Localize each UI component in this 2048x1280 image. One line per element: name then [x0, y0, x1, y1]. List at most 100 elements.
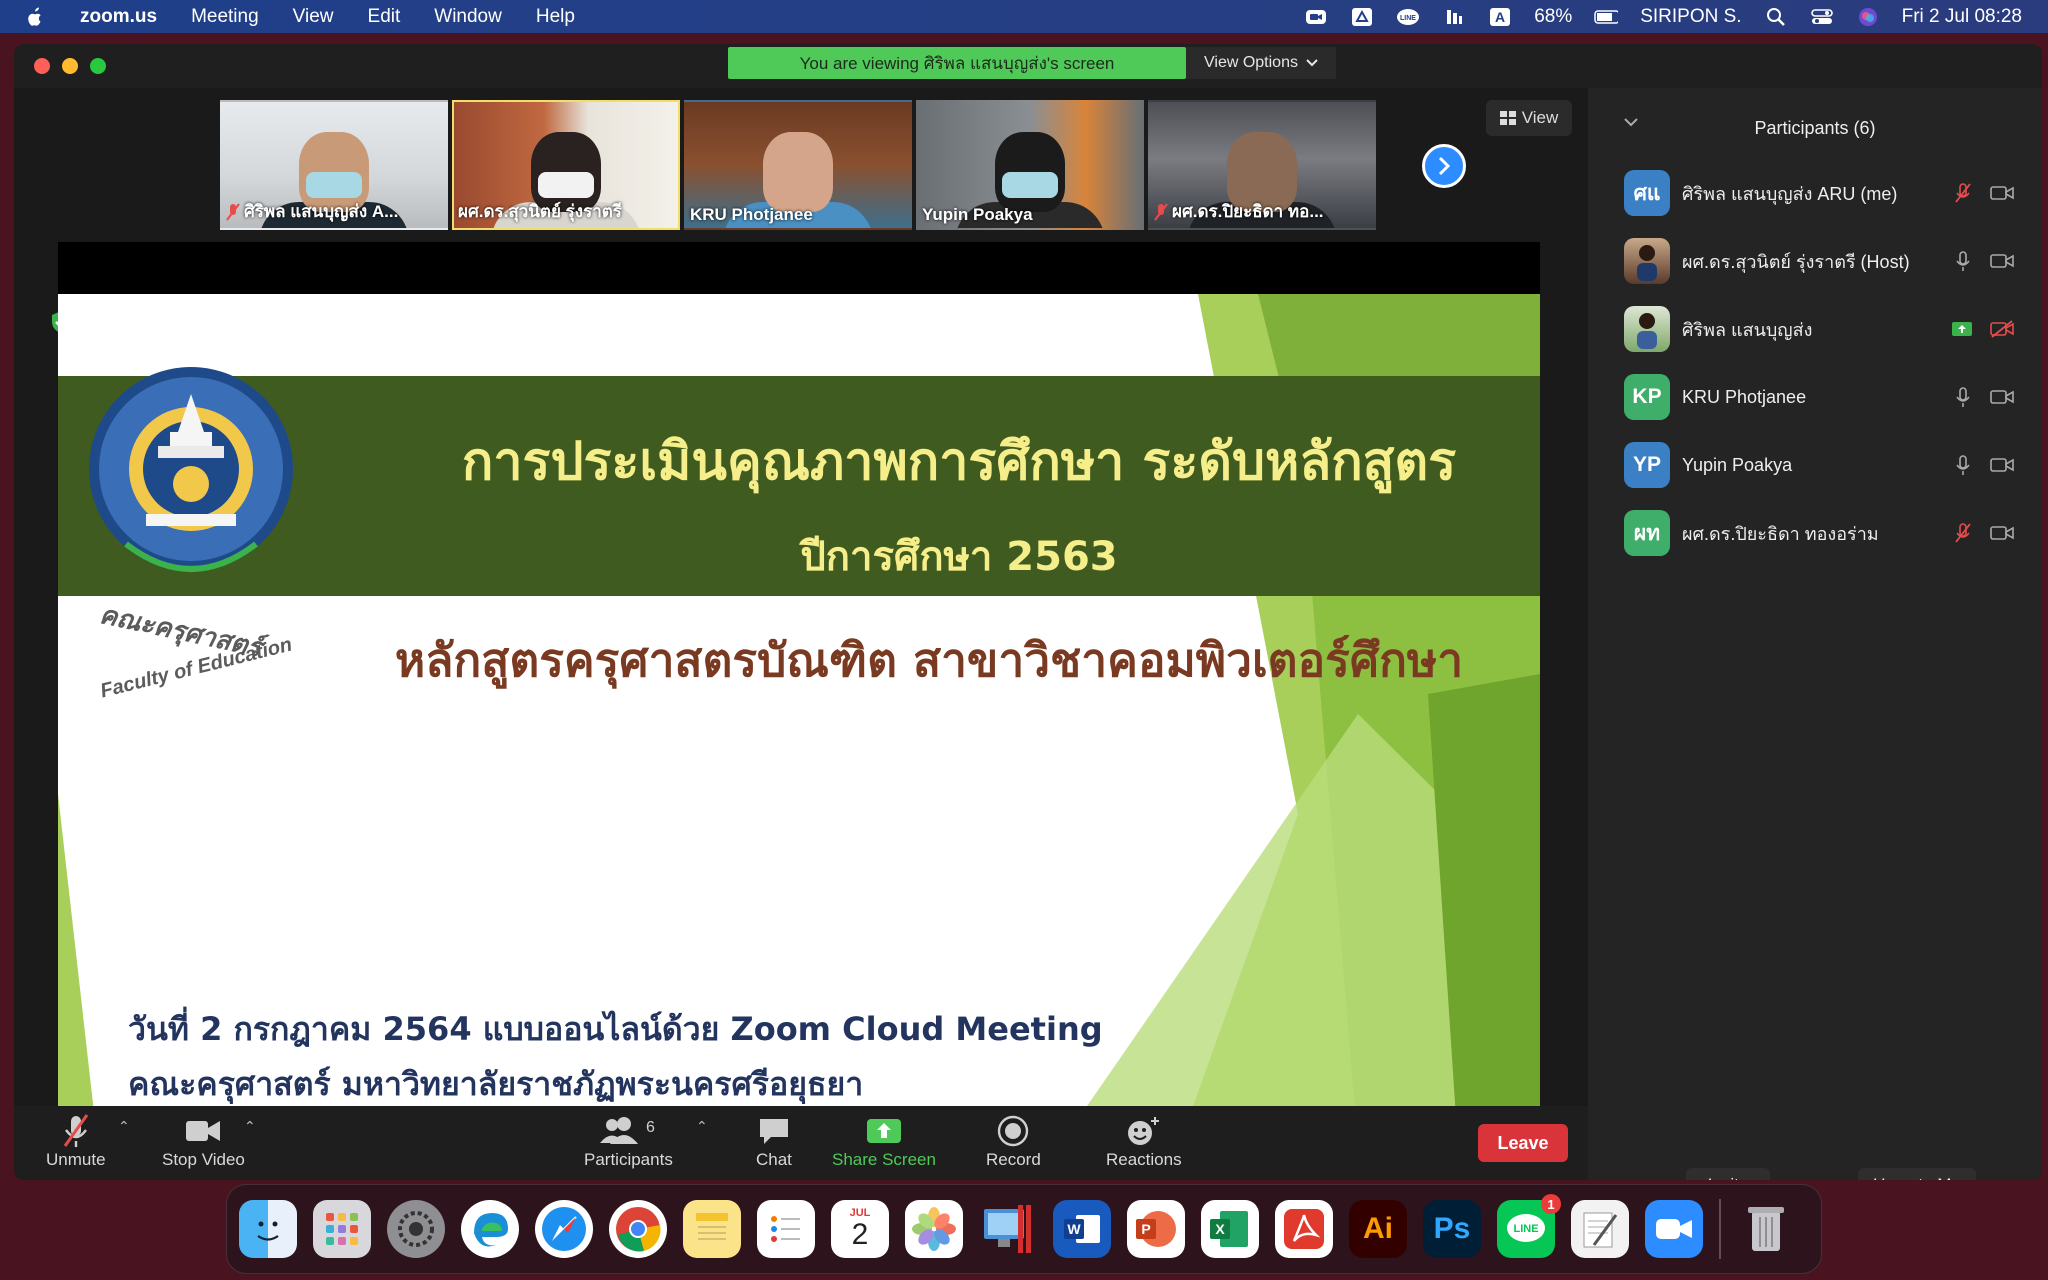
thumbnail-name: Yupin Poakya — [922, 205, 1033, 224]
textedit-icon[interactable] — [1571, 1200, 1629, 1258]
mic-icon[interactable] — [1954, 250, 1972, 272]
video-camera-icon[interactable] — [1990, 185, 2014, 201]
mic-icon[interactable] — [1954, 386, 1972, 408]
menu-meeting[interactable]: Meeting — [191, 6, 259, 28]
word-icon[interactable]: W — [1053, 1200, 1111, 1258]
participant-row[interactable]: ผศ.ดร.สุวนิตย์ รุ่งราตรี (Host) — [1624, 235, 2014, 287]
chrome-icon[interactable] — [609, 1200, 667, 1258]
screen-share-icon[interactable] — [1952, 321, 1972, 337]
launchpad-icon[interactable] — [313, 1200, 371, 1258]
unmute-label: Unmute — [46, 1150, 106, 1169]
participant-row[interactable]: KP KRU Photjanee — [1624, 371, 2014, 423]
edge-browser-icon[interactable] — [461, 1200, 519, 1258]
remote-desktop-icon[interactable] — [979, 1200, 1037, 1258]
participants-options-caret-icon[interactable]: ⌃ — [696, 1118, 708, 1135]
participant-name: KRU Photjanee — [1682, 386, 1807, 407]
avatar — [1624, 238, 1670, 284]
participant-name: Yupin Poakya — [1682, 454, 1793, 475]
participant-row[interactable]: ศแ ศิริพล แสนบุญส่ง ARU (me) — [1624, 167, 2014, 219]
video-options-caret-icon[interactable]: ⌃ — [244, 1118, 256, 1135]
muted-mic-icon[interactable] — [1954, 522, 1972, 544]
video-camera-icon[interactable] — [1990, 253, 2014, 269]
share-screen-icon — [866, 1112, 902, 1150]
meeting-toolbar: Unmute ⌃ Stop Video ⌃ 6 Participants ⌃ C… — [14, 1106, 1588, 1180]
chat-button[interactable]: Chat — [756, 1112, 792, 1170]
notes-icon[interactable] — [683, 1200, 741, 1258]
thumbnail-label: Yupin Poakya — [922, 205, 1033, 225]
video-thumbnail[interactable]: KRU Photjanee — [684, 100, 912, 230]
calendar-icon[interactable]: JUL 2 — [831, 1200, 889, 1258]
user-name[interactable]: SIRIPON S. — [1640, 6, 1741, 28]
thumbnail-label: ศิริพล แสนบุญส่ง A... — [226, 198, 398, 225]
menu-app-name[interactable]: zoom.us — [80, 6, 157, 28]
video-thumbnail[interactable]: ศิริพล แสนบุญส่ง A... — [220, 100, 448, 230]
line-app-icon[interactable]: LINE 1 — [1497, 1194, 1561, 1258]
stop-video-button[interactable]: Stop Video — [162, 1112, 245, 1170]
menu-view[interactable]: View — [293, 6, 334, 28]
muted-mic-icon[interactable] — [1954, 182, 1972, 204]
video-camera-icon[interactable] — [1990, 457, 2014, 473]
view-button[interactable]: View — [1486, 100, 1572, 136]
control-center-icon[interactable] — [1810, 7, 1834, 27]
unmute-me-button[interactable]: Unmute Me — [1858, 1168, 1976, 1180]
acrobat-icon[interactable] — [1275, 1200, 1333, 1258]
audio-icon[interactable] — [1442, 7, 1466, 27]
mic-icon[interactable] — [1954, 454, 1972, 476]
photos-icon[interactable] — [905, 1200, 963, 1258]
finder-icon[interactable] — [239, 1200, 297, 1258]
shared-screen[interactable]: คณะครุศาสตร์ Faculty of Education การประ… — [58, 242, 1540, 1148]
apple-icon[interactable] — [24, 6, 60, 28]
next-thumbnails-button[interactable] — [1422, 144, 1466, 188]
invite-button[interactable]: Invite — [1686, 1168, 1770, 1180]
video-thumbnail[interactable]: Yupin Poakya — [916, 100, 1144, 230]
google-drive-icon[interactable] — [1350, 7, 1374, 27]
excel-icon[interactable]: X — [1201, 1200, 1259, 1258]
video-thumbnail[interactable]: ผศ.ดร.ปิยะธิดา ทอ... — [1148, 100, 1376, 230]
safari-icon[interactable] — [535, 1200, 593, 1258]
video-camera-icon[interactable] — [1990, 525, 2014, 541]
video-off-icon[interactable] — [1990, 320, 2014, 338]
chat-label: Chat — [756, 1150, 792, 1169]
participants-button[interactable]: 6 Participants — [584, 1112, 673, 1170]
system-preferences-icon[interactable] — [387, 1200, 445, 1258]
record-button[interactable]: Record — [986, 1112, 1041, 1170]
reminders-icon[interactable] — [757, 1200, 815, 1258]
leave-button[interactable]: Leave — [1478, 1124, 1568, 1162]
line-icon[interactable]: LINE — [1396, 7, 1420, 27]
participants-label: Participants — [584, 1150, 673, 1169]
battery-icon[interactable] — [1594, 7, 1619, 27]
avatar-photo-icon — [1637, 245, 1657, 281]
unmute-button[interactable]: Unmute — [46, 1112, 106, 1170]
trash-icon[interactable] — [1737, 1200, 1795, 1258]
clock[interactable]: Fri 2 Jul 08:28 — [1902, 6, 2022, 28]
photoshop-icon[interactable]: Ps — [1423, 1200, 1481, 1258]
zoom-status-icon[interactable] — [1304, 7, 1328, 27]
share-screen-button[interactable]: Share Screen — [832, 1112, 936, 1170]
search-icon[interactable] — [1764, 7, 1788, 27]
input-source-icon[interactable]: A — [1488, 7, 1512, 27]
participants-icon: 6 — [598, 1112, 658, 1150]
participant-row[interactable]: ศิริพล แสนบุญส่ง — [1624, 303, 2014, 355]
audio-options-caret-icon[interactable]: ⌃ — [118, 1118, 130, 1135]
video-camera-icon[interactable] — [1990, 389, 2014, 405]
participant-row[interactable]: ผท ผศ.ดร.ปิยะธิดา ทองอร่าม — [1624, 507, 2014, 559]
menu-help[interactable]: Help — [536, 6, 575, 28]
view-options-button[interactable]: View Options — [1186, 47, 1336, 79]
svg-text:X: X — [1215, 1221, 1225, 1237]
video-thumbnail-active-speaker[interactable]: ผศ.ดร.สุวนิตย์ รุ่งราตรี — [452, 100, 680, 230]
muted-mic-icon — [1154, 202, 1168, 221]
share-screen-label: Share Screen — [832, 1150, 936, 1169]
powerpoint-icon[interactable]: P — [1127, 1200, 1185, 1258]
zoom-app-icon[interactable] — [1645, 1200, 1703, 1258]
participant-row[interactable]: YP Yupin Poakya — [1624, 439, 2014, 491]
reactions-button[interactable]: Reactions — [1106, 1112, 1182, 1170]
thumbnail-name: ผศ.ดร.ปิยะธิดา ทอ... — [1172, 202, 1324, 221]
participant-name: ศิริพล แสนบุญส่ง — [1682, 319, 1813, 340]
maximize-window-button[interactable] — [90, 58, 106, 74]
menu-window[interactable]: Window — [434, 6, 502, 28]
illustrator-icon[interactable]: Ai — [1349, 1200, 1407, 1258]
menu-edit[interactable]: Edit — [368, 6, 401, 28]
minimize-window-button[interactable] — [62, 58, 78, 74]
siri-icon[interactable] — [1856, 7, 1880, 27]
close-window-button[interactable] — [34, 58, 50, 74]
